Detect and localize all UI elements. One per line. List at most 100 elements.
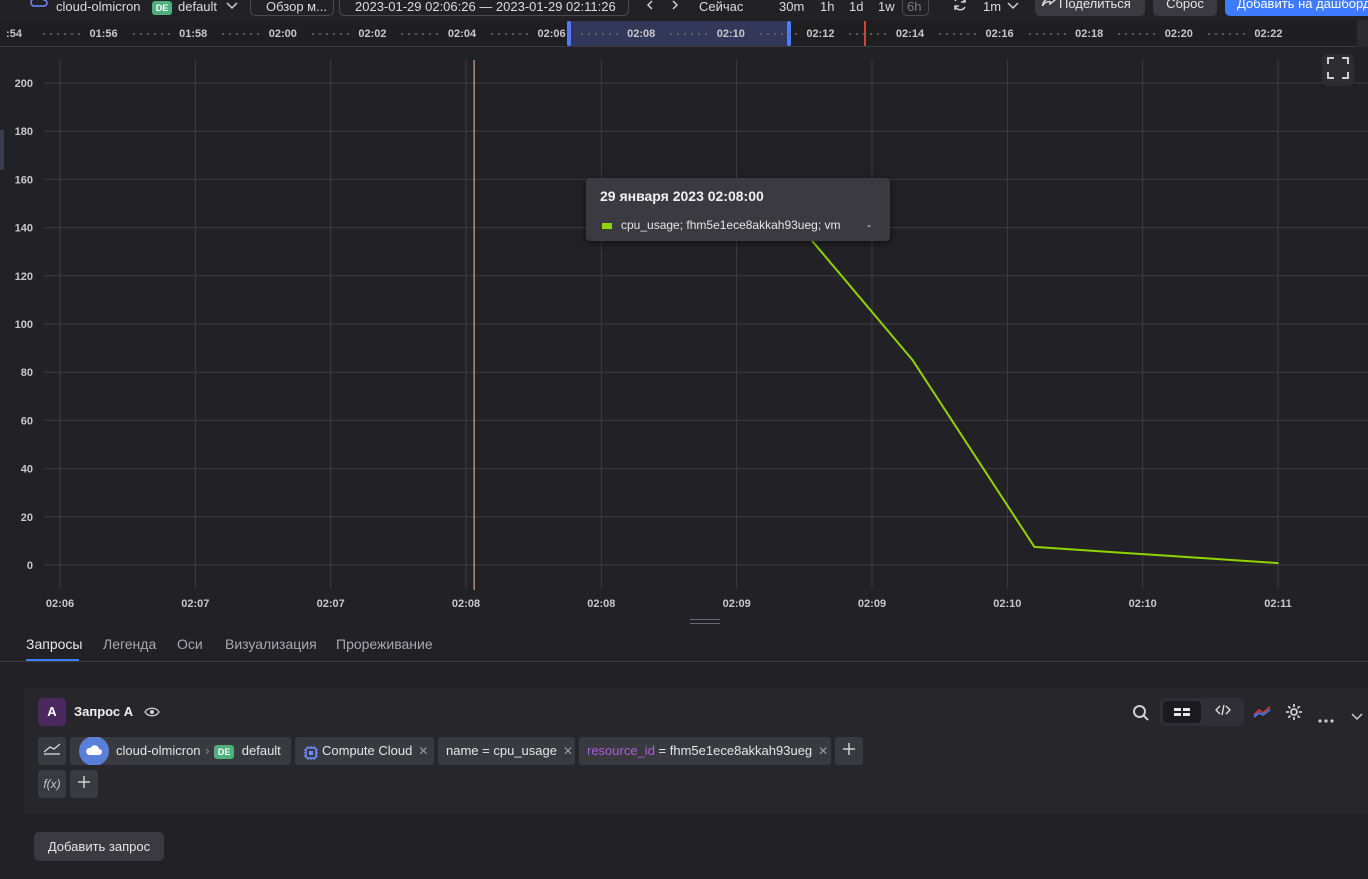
timeline-minor-tick — [759, 33, 762, 35]
timeline-minor-tick — [50, 33, 52, 35]
chevron-down-icon[interactable] — [226, 0, 238, 18]
share-label: Поделиться — [1059, 0, 1131, 11]
timeline-minor-tick — [526, 33, 528, 35]
prev-range-icon[interactable] — [645, 0, 655, 18]
add-function-button[interactable] — [70, 770, 98, 798]
timeline-tick-label: 02:20 — [1164, 28, 1193, 40]
timeline-minor-tick — [422, 33, 425, 35]
resource-filter-chip[interactable]: resource_id = fhm5e1ece8akkah93ueg ✕ — [579, 737, 831, 765]
timeline-minor-tick — [401, 33, 404, 35]
resource-filter-key: resource_id — [587, 743, 655, 758]
timeline-minor-tick — [346, 33, 349, 35]
top-toolbar: cloud-olmicron DE default Обзор м... 202… — [0, 0, 1368, 20]
time-range-text[interactable]: 2023-01-29 02:06:26 — 2023-01-29 02:11:2… — [355, 0, 616, 18]
next-range-icon[interactable] — [670, 0, 680, 18]
timeline-minor-tick — [408, 33, 411, 35]
function-button[interactable]: f(x) — [38, 770, 66, 798]
scrollbar[interactable] — [1357, 20, 1368, 47]
collapse-chevron-icon[interactable] — [1351, 708, 1363, 726]
timeline-tick-label: 02:00 — [268, 28, 297, 40]
tab-queries[interactable]: Запросы — [26, 636, 82, 652]
timeline-minor-tick — [250, 33, 253, 35]
x-tick-label: 02:10 — [1129, 598, 1157, 610]
query-cloud-name: cloud-olmicron — [116, 743, 201, 758]
add-query-button[interactable]: Добавить запрос — [34, 832, 164, 861]
timeline-minor-tick — [884, 33, 887, 35]
timeline-minor-tick — [222, 33, 225, 35]
remove-name-filter-icon[interactable]: ✕ — [563, 744, 573, 758]
timeline-tick-label: 02:10 — [716, 28, 745, 40]
editor-mode-switch[interactable] — [1160, 698, 1244, 726]
timeline-minor-tick — [311, 33, 314, 35]
area-chart-icon — [43, 742, 61, 760]
tab-legend[interactable]: Легенда — [103, 636, 156, 652]
range-1w-button[interactable]: 1w — [878, 0, 895, 18]
code-mode-button[interactable] — [1204, 701, 1242, 723]
chart-type-button[interactable] — [38, 737, 66, 765]
refresh-chevron-icon[interactable] — [1007, 0, 1019, 18]
timeline-minor-tick — [257, 33, 260, 35]
cloud-service-icon — [78, 736, 110, 766]
timeline-minor-tick — [1118, 33, 1121, 35]
remove-resource-filter-icon[interactable]: ✕ — [818, 744, 828, 758]
tooltip-series-swatch — [602, 223, 612, 229]
more-icon[interactable] — [1318, 710, 1334, 728]
timeline-tick-label: 02:06 — [537, 28, 566, 40]
overview-label[interactable]: Обзор м... — [266, 0, 327, 18]
add-filter-button[interactable] — [835, 737, 863, 765]
range-1h-button[interactable]: 1h — [820, 0, 834, 18]
tab-visualization[interactable]: Визуализация — [225, 636, 317, 652]
panel-resize-handle[interactable] — [690, 619, 720, 624]
range-30m-button[interactable]: 30m — [779, 0, 804, 18]
reset-button[interactable]: Сброс — [1153, 0, 1217, 16]
share-button[interactable]: Поделиться — [1035, 0, 1145, 16]
visual-mode-button[interactable] — [1163, 701, 1201, 723]
timeline-minor-tick — [167, 33, 170, 35]
active-tab-indicator — [26, 659, 79, 661]
timeline-minor-tick — [1139, 33, 1142, 35]
now-button[interactable]: Сейчас — [699, 0, 743, 18]
settings-tabs: Запросы Легенда Оси Визуализация Прорежи… — [0, 625, 1368, 662]
timeline-minor-tick — [601, 33, 604, 35]
range-1d-button[interactable]: 1d — [849, 0, 863, 18]
timeline-minor-tick — [594, 33, 597, 35]
chart-area[interactable]: 0 20 40 60 80 100 120 140 160 180 200 02:06 02:07 02:… — [6, 48, 1368, 620]
workspace-name[interactable]: default — [178, 0, 217, 18]
tab-axes[interactable]: Оси — [177, 636, 203, 652]
timeline-navigator[interactable]: :54 01:56 01:58 02:00 02:02 02:04 02:06 02:08 02… — [0, 20, 1357, 47]
y-tick-label: 200 — [15, 78, 33, 90]
remove-service-icon[interactable]: ✕ — [418, 744, 428, 758]
timeline-minor-tick — [318, 33, 321, 35]
tab-downsampling[interactable]: Прореживание — [336, 636, 433, 652]
line-chart[interactable]: 0 20 40 60 80 100 120 140 160 180 200 02:06 02:07 02:… — [6, 48, 1368, 620]
timeline-tick-label: 01:58 — [179, 28, 208, 40]
refresh-icon[interactable] — [952, 0, 968, 18]
folder-selector-chip[interactable]: cloud-olmicron › DE default — [70, 736, 291, 766]
range-6h-button[interactable]: 6h — [907, 0, 921, 18]
service-chip[interactable]: Compute Cloud ✕ — [295, 737, 434, 765]
timeline-minor-tick — [794, 33, 797, 35]
fullscreen-button[interactable] — [1322, 54, 1354, 86]
series-point — [911, 359, 914, 361]
folder-name[interactable]: cloud-olmicron — [56, 0, 141, 18]
query-title[interactable]: Запрос A — [74, 704, 133, 719]
folder-badge: DE — [152, 0, 172, 18]
gear-icon[interactable] — [1285, 703, 1303, 726]
timeline-minor-tick — [946, 33, 948, 35]
x-tick-label: 02:06 — [46, 598, 74, 610]
series-style-icon[interactable] — [1253, 705, 1271, 724]
refresh-interval[interactable]: 1m — [983, 0, 1001, 18]
add-to-dashboard-button[interactable]: Добавить на дашборд — [1225, 0, 1368, 16]
name-filter-chip[interactable]: name = cpu_usage ✕ — [438, 737, 575, 765]
timeline-minor-tick — [153, 33, 156, 35]
search-icon[interactable] — [1132, 704, 1150, 727]
eye-icon[interactable] — [144, 705, 160, 723]
timeline-minor-tick — [236, 33, 239, 35]
plus-icon — [77, 775, 91, 794]
timeline-selection-left-handle[interactable] — [567, 21, 571, 46]
timeline-minor-tick — [780, 33, 783, 35]
timeline-minor-tick — [856, 33, 859, 35]
timeline-minor-tick — [1125, 33, 1128, 35]
timeline-minor-tick — [1028, 33, 1031, 35]
timeline-minor-tick — [498, 33, 500, 35]
